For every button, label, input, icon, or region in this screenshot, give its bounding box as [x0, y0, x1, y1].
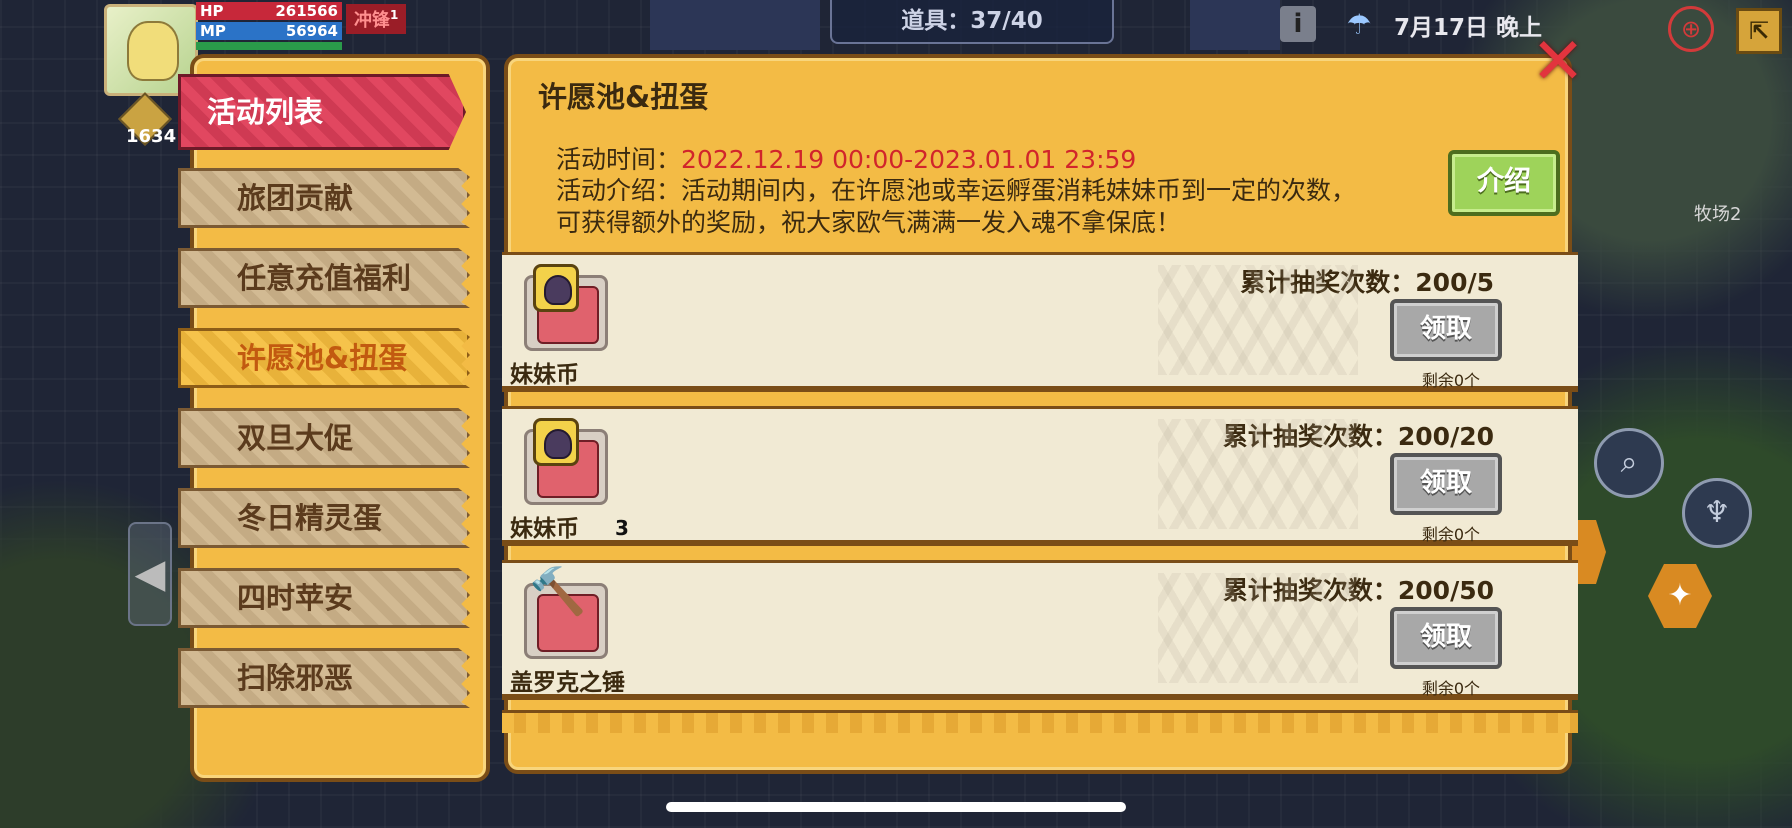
- item-slot[interactable]: 3: [524, 418, 629, 540]
- inventory-counter[interactable]: 道具：37/40: [830, 0, 1114, 44]
- item-name: 盖罗克之锤: [510, 670, 625, 696]
- background-wall: [1190, 0, 1280, 50]
- hp-mp-bars: HP 261566 MP 56964: [196, 2, 342, 52]
- item-slot[interactable]: 🔨: [524, 564, 608, 659]
- coin-portrait: [544, 429, 572, 459]
- mp-value: 56964: [285, 22, 338, 40]
- exit-icon[interactable]: ⇱: [1736, 8, 1782, 54]
- item-name: 妹妹币: [510, 516, 579, 542]
- event-time-value: 2022.12.19 00:00-2023.01.01 23:59: [681, 145, 1137, 174]
- reward-row: 妹妹币 累计抽奖次数：200/5 领取 剩余0个: [502, 252, 1578, 392]
- remaining-count: 剩余0个: [1421, 679, 1480, 698]
- draw-progress: 累计抽奖次数：200/5: [1240, 268, 1494, 297]
- charge-count: 1: [390, 8, 399, 22]
- sp-bar: [196, 42, 342, 50]
- event-menu-list: 旅团贡献 任意充值福利 许愿池&扭蛋 双旦大促 冬日精灵蛋 四时苹安 扫除邪恶: [178, 168, 470, 728]
- left-arrow-icon[interactable]: ◀: [128, 522, 172, 626]
- hp-bar: HP 261566: [196, 2, 342, 20]
- menu-item-recharge-bonus[interactable]: 任意充值福利: [178, 248, 470, 308]
- close-icon[interactable]: ✕: [1528, 30, 1588, 94]
- globe-icon[interactable]: ⊕: [1668, 6, 1714, 52]
- mp-label: MP: [200, 22, 226, 40]
- remaining-count: 剩余0个: [1421, 525, 1480, 544]
- item-slot[interactable]: [524, 264, 608, 351]
- mp-bar: MP 56964: [196, 22, 342, 40]
- hammer-icon: 🔨: [529, 564, 587, 618]
- game-date: 7月17日 晚上: [1394, 15, 1543, 41]
- intro-button[interactable]: 介绍: [1448, 150, 1560, 216]
- event-time: 活动时间：2022.12.19 00:00-2023.01.01 23:59: [556, 140, 1136, 176]
- hp-value: 261566: [275, 2, 338, 20]
- menu-item-four-seasons[interactable]: 四时苹安: [178, 568, 470, 628]
- menu-item-purge-evil[interactable]: 扫除邪恶: [178, 648, 470, 708]
- event-time-label: 活动时间：: [556, 145, 682, 174]
- list-bottom-edge: [502, 710, 1578, 733]
- avatar-face: [127, 21, 179, 81]
- charge-label: 冲锋: [354, 10, 390, 31]
- event-description-line: 可获得额外的奖励，祝大家欧气满满一发入魂不拿保底！: [556, 208, 1182, 237]
- home-indicator[interactable]: [666, 802, 1126, 812]
- reward-list[interactable]: 妹妹币 累计抽奖次数：200/5 领取 剩余0个 3 妹妹币 累计抽奖次数：20…: [502, 252, 1578, 712]
- menu-item-holiday-sale[interactable]: 双旦大促: [178, 408, 470, 468]
- claim-button[interactable]: 领取: [1390, 453, 1502, 515]
- menu-item-wishing-well[interactable]: 许愿池&扭蛋: [178, 328, 470, 388]
- draw-progress: 累计抽奖次数：200/50: [1222, 576, 1494, 605]
- hp-label: HP: [200, 2, 224, 20]
- background-wall: [650, 0, 820, 50]
- map-location-label: 牧场2: [1694, 204, 1742, 225]
- event-list-title: 活动列表: [178, 74, 466, 150]
- claim-button[interactable]: 领取: [1390, 607, 1502, 669]
- info-icon[interactable]: i: [1280, 6, 1316, 42]
- skill-icon[interactable]: ♆: [1682, 478, 1752, 548]
- menu-item-guild-contribution[interactable]: 旅团贡献: [178, 168, 470, 228]
- weather-icon: ☂: [1346, 8, 1372, 41]
- search-icon[interactable]: ⌕: [1594, 428, 1664, 498]
- sister-coin-icon: [533, 418, 579, 466]
- event-title: 许愿池&扭蛋: [538, 80, 709, 114]
- reward-row: 🔨 盖罗克之锤 累计抽奖次数：200/50 领取 剩余0个: [502, 560, 1578, 700]
- remaining-count: 剩余0个: [1421, 371, 1480, 390]
- event-description: 活动介绍：活动期间内，在许愿池或幸运孵蛋消耗妹妹币到一定的次数， 可获得额外的奖…: [556, 175, 1436, 239]
- draw-progress: 累计抽奖次数：200/20: [1222, 422, 1494, 451]
- menu-item-winter-egg[interactable]: 冬日精灵蛋: [178, 488, 470, 548]
- level-number: 1634: [126, 126, 177, 147]
- coin-portrait: [544, 275, 572, 305]
- charge-skill-badge[interactable]: 冲锋1: [346, 4, 407, 34]
- item-name: 妹妹币: [510, 362, 579, 388]
- reward-row: 3 妹妹币 累计抽奖次数：200/20 领取 剩余0个: [502, 406, 1578, 546]
- claim-button[interactable]: 领取: [1390, 299, 1502, 361]
- sister-coin-icon: [533, 264, 579, 312]
- event-description-line: 活动介绍：活动期间内，在许愿池或幸运孵蛋消耗妹妹币到一定的次数，: [556, 176, 1357, 205]
